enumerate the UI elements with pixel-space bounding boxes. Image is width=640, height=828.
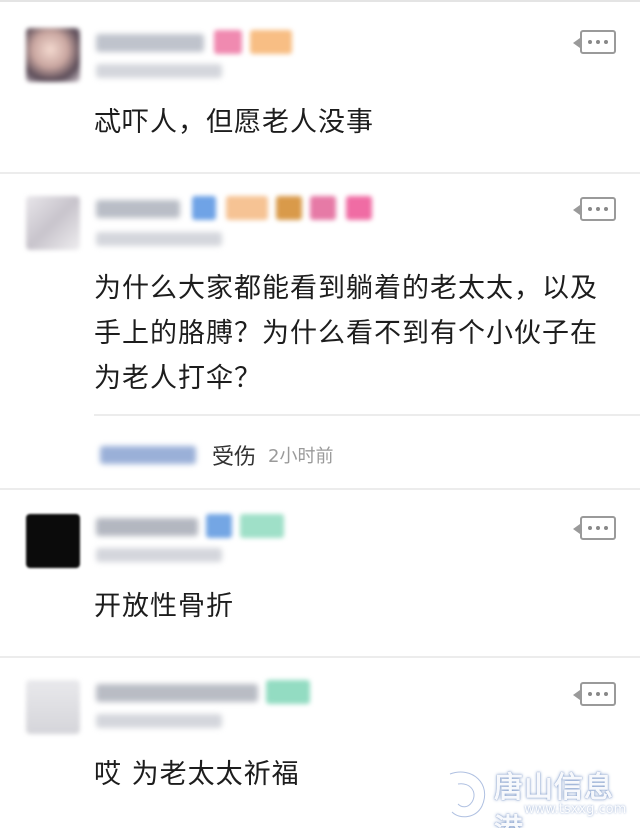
- user-badge: [310, 196, 336, 220]
- username-blurred[interactable]: [96, 200, 180, 218]
- watermark: 唐山信息港 www.tsxxg.com: [436, 762, 636, 828]
- user-avatar[interactable]: [26, 680, 80, 734]
- watermark-logo-icon: [447, 769, 488, 820]
- timestamp-blurred: [96, 548, 222, 562]
- user-avatar[interactable]: [26, 196, 80, 250]
- username-blurred[interactable]: [96, 34, 204, 52]
- user-badge: [206, 514, 232, 538]
- reply-text: 受伤: [212, 445, 257, 470]
- watermark-title: 唐山信息港: [494, 770, 615, 828]
- top-divider: [0, 0, 640, 2]
- reply-preview[interactable]: 受伤 2小时前: [100, 438, 333, 472]
- user-badge: [346, 196, 372, 220]
- timestamp-blurred: [96, 64, 222, 78]
- reply-username-blurred[interactable]: [100, 446, 196, 464]
- user-badge: [192, 196, 216, 220]
- user-badge: [240, 514, 284, 538]
- username-blurred[interactable]: [96, 518, 198, 536]
- comment-text: 为什么大家都能看到躺着的老太太，以及手上的胳膊？为什么看不到有个小伙子在为老人打…: [94, 273, 598, 394]
- comment-divider: [0, 656, 640, 658]
- comment-divider: [0, 488, 640, 490]
- username-blurred[interactable]: [96, 684, 258, 702]
- user-badge: [276, 196, 302, 220]
- reply-time: 2小时前: [268, 446, 334, 467]
- watermark-url: www.tsxxg.com: [524, 802, 627, 817]
- reply-divider: [94, 414, 640, 416]
- user-badge: [266, 680, 310, 704]
- user-badge: [214, 30, 242, 54]
- timestamp-blurred: [96, 714, 222, 728]
- comment-text: 忒吓人，但愿老人没事: [94, 107, 374, 138]
- timestamp-blurred: [96, 232, 222, 246]
- more-comment-icon[interactable]: [573, 516, 616, 540]
- user-badge: [250, 30, 292, 54]
- comment-text: 开放性骨折: [94, 591, 234, 622]
- more-comment-icon[interactable]: [573, 197, 616, 221]
- user-badge: [226, 196, 268, 220]
- more-comment-icon[interactable]: [573, 30, 616, 54]
- more-comment-icon[interactable]: [573, 682, 616, 706]
- user-avatar[interactable]: [26, 28, 80, 82]
- user-avatar[interactable]: [26, 514, 80, 568]
- comment-divider: [0, 172, 640, 174]
